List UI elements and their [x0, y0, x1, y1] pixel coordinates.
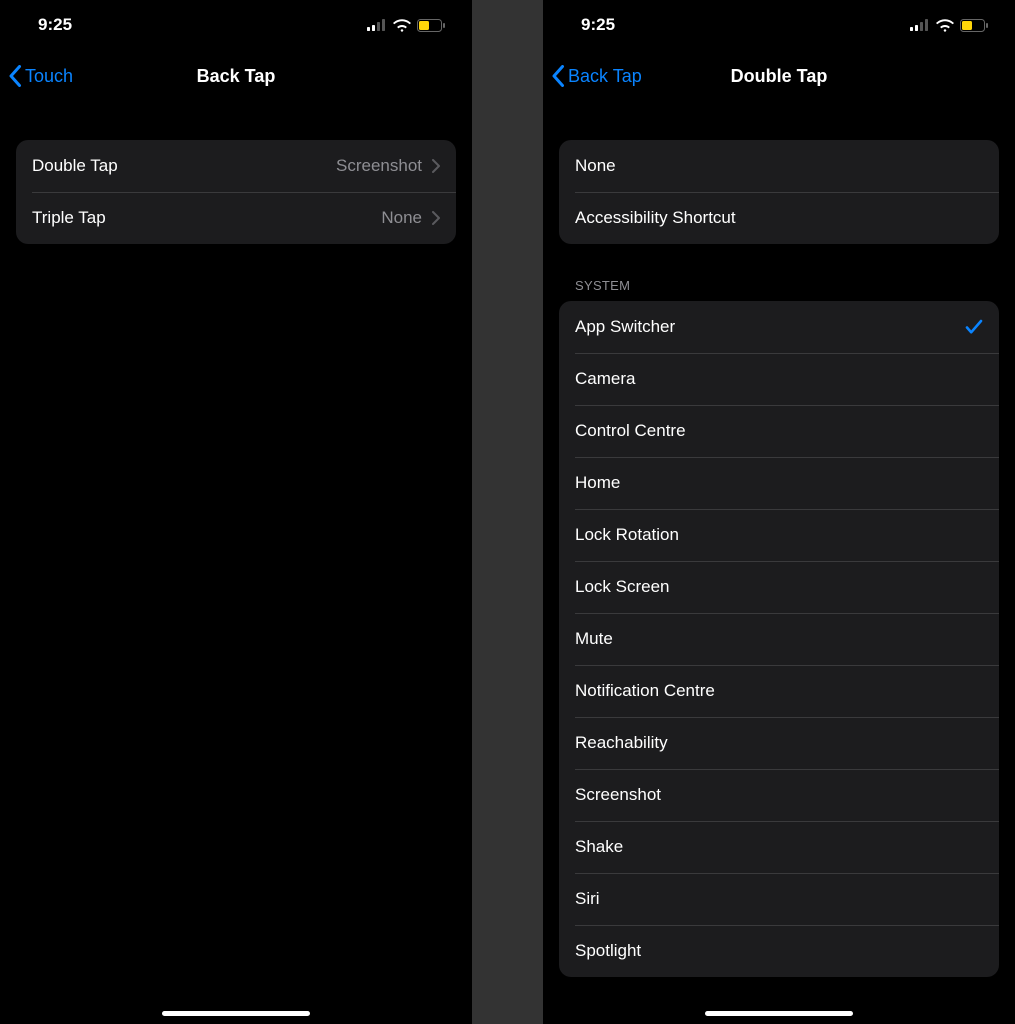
option-spotlight[interactable]: Spotlight	[559, 925, 999, 977]
option-label: Siri	[575, 889, 600, 909]
status-time: 9:25	[581, 15, 615, 35]
chevron-right-icon	[432, 159, 440, 173]
home-indicator[interactable]	[705, 1011, 853, 1016]
row-value: None	[381, 208, 422, 228]
system-options-group: App Switcher Camera Control Centre Home …	[559, 301, 999, 977]
option-label: Reachability	[575, 733, 668, 753]
chevron-right-icon	[432, 211, 440, 225]
option-none[interactable]: None	[559, 140, 999, 192]
option-lock-screen[interactable]: Lock Screen	[559, 561, 999, 613]
option-label: Notification Centre	[575, 681, 715, 701]
option-app-switcher[interactable]: App Switcher	[559, 301, 999, 353]
battery-icon	[417, 19, 446, 32]
checkmark-icon	[965, 319, 983, 335]
row-value: Screenshot	[336, 156, 422, 176]
option-mute[interactable]: Mute	[559, 613, 999, 665]
cellular-signal-icon	[910, 19, 930, 31]
option-label: Spotlight	[575, 941, 641, 961]
option-label: Lock Screen	[575, 577, 670, 597]
option-label: None	[575, 156, 616, 176]
option-reachability[interactable]: Reachability	[559, 717, 999, 769]
option-screenshot[interactable]: Screenshot	[559, 769, 999, 821]
section-header-system: SYSTEM	[559, 270, 999, 301]
nav-bar: Back Tap Double Tap	[543, 50, 1015, 102]
wifi-icon	[393, 19, 411, 32]
option-label: Control Centre	[575, 421, 686, 441]
option-label: App Switcher	[575, 317, 675, 337]
row-triple-tap[interactable]: Triple Tap None	[16, 192, 456, 244]
wifi-icon	[936, 19, 954, 32]
status-bar: 9:25	[543, 0, 1015, 50]
row-label: Double Tap	[32, 156, 118, 176]
chevron-left-icon	[551, 65, 565, 87]
row-double-tap[interactable]: Double Tap Screenshot	[16, 140, 456, 192]
option-camera[interactable]: Camera	[559, 353, 999, 405]
option-label: Accessibility Shortcut	[575, 208, 736, 228]
option-shake[interactable]: Shake	[559, 821, 999, 873]
back-tap-settings-group: Double Tap Screenshot Triple Tap None	[16, 140, 456, 244]
back-button-back-tap[interactable]: Back Tap	[551, 65, 642, 87]
option-home[interactable]: Home	[559, 457, 999, 509]
battery-icon	[960, 19, 989, 32]
option-lock-rotation[interactable]: Lock Rotation	[559, 509, 999, 561]
back-label: Back Tap	[568, 66, 642, 87]
left-screen-back-tap: 9:25 Touch Back Tap Double Tap	[0, 0, 472, 1024]
back-label: Touch	[25, 66, 73, 87]
chevron-left-icon	[8, 65, 22, 87]
cellular-signal-icon	[367, 19, 387, 31]
nav-bar: Touch Back Tap	[0, 50, 472, 102]
option-control-centre[interactable]: Control Centre	[559, 405, 999, 457]
option-label: Screenshot	[575, 785, 661, 805]
option-label: Camera	[575, 369, 635, 389]
row-label: Triple Tap	[32, 208, 106, 228]
page-title: Back Tap	[197, 66, 276, 87]
page-title: Double Tap	[731, 66, 828, 87]
option-label: Mute	[575, 629, 613, 649]
status-time: 9:25	[38, 15, 72, 35]
option-label: Home	[575, 473, 620, 493]
back-button-touch[interactable]: Touch	[8, 65, 73, 87]
option-siri[interactable]: Siri	[559, 873, 999, 925]
option-notification-centre[interactable]: Notification Centre	[559, 665, 999, 717]
top-options-group: None Accessibility Shortcut	[559, 140, 999, 244]
right-screen-double-tap: 9:25 Back Tap Double Tap None	[543, 0, 1015, 1024]
option-label: Shake	[575, 837, 623, 857]
home-indicator[interactable]	[162, 1011, 310, 1016]
option-label: Lock Rotation	[575, 525, 679, 545]
status-bar: 9:25	[0, 0, 472, 50]
option-accessibility-shortcut[interactable]: Accessibility Shortcut	[559, 192, 999, 244]
